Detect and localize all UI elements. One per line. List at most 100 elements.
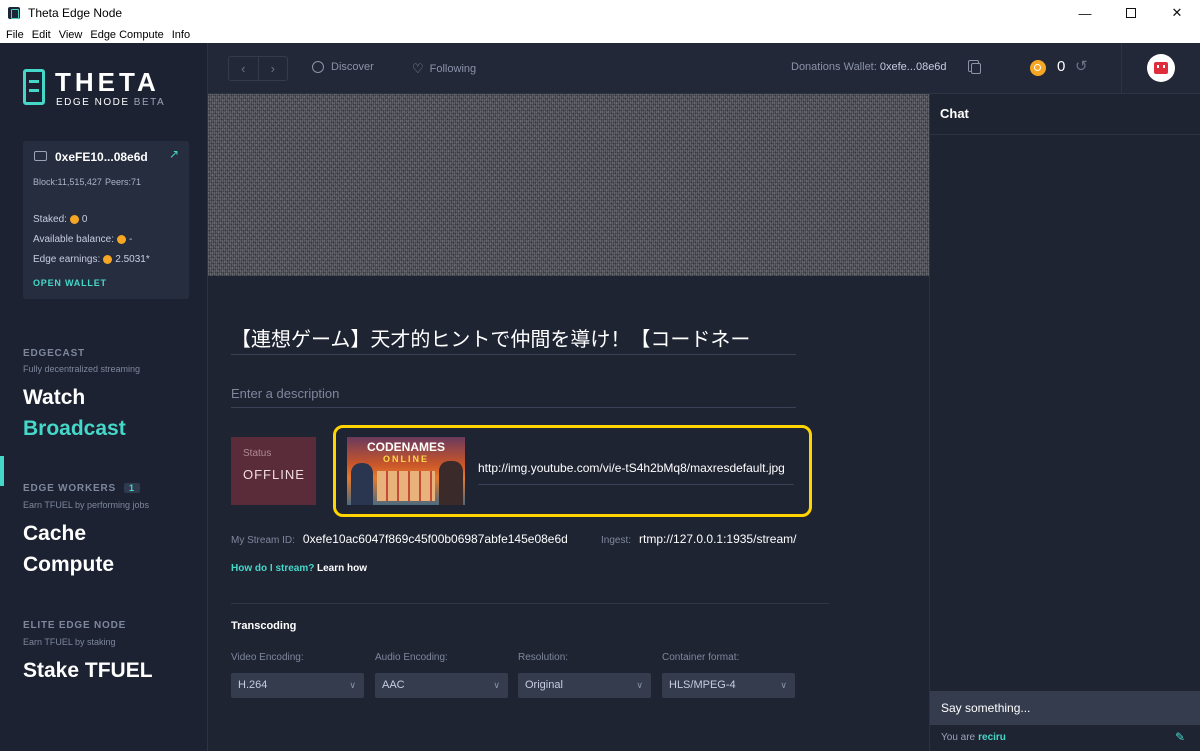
container-format-label: Container format: [662,652,740,663]
window-title: Theta Edge Node [28,6,123,20]
thumbnail-cards [377,471,435,501]
peer-count: Peers:71 [105,177,142,187]
chat-input[interactable]: Say something... [930,691,1200,725]
audio-encoding-value: AAC [382,679,405,691]
refresh-icon[interactable]: ↺ [1075,57,1088,75]
menu-edge-compute[interactable]: Edge Compute [90,29,163,41]
copy-icon[interactable] [968,60,981,74]
resolution-value: Original [525,679,563,691]
video-encoding-select[interactable]: H.264 ∨ [231,673,364,698]
discover-link[interactable]: Discover [312,61,374,73]
chevron-down-icon: ∨ [636,680,643,690]
chat-identity: You are reciru [941,732,1006,743]
app-icon [8,7,20,19]
thumbnail-subtitle: ONLINE [382,454,429,464]
nav-cache[interactable]: Cache [23,522,86,546]
avatar[interactable] [1147,54,1175,82]
top-bar: ‹ › Discover ♡ Following Donations Wallet… [208,43,1200,94]
theta-logo: THETA EDGE NODE BETA [23,67,165,113]
learn-how-link[interactable]: Learn how [317,563,367,574]
divider [1121,43,1122,94]
avatar-icon [1154,62,1168,74]
external-link-icon[interactable]: ↗ [169,147,179,161]
close-button[interactable]: ✕ [1154,0,1200,26]
status-badge: Status OFFLINE [231,437,316,505]
back-button[interactable]: ‹ [229,57,259,80]
video-encoding-label: Video Encoding: [231,652,304,663]
ingest-value: rtmp://127.0.0.1:1935/stream/ [639,532,797,546]
tfuel-balance: 0 [1057,58,1066,75]
audio-encoding-select[interactable]: AAC ∨ [375,673,508,698]
menu-edit[interactable]: Edit [32,29,51,41]
stream-id-value: 0xefe10ac6047f869c45f00b06987abfe145e08e… [302,532,568,546]
logo-subtitle: EDGE NODE BETA [56,97,165,108]
edit-name-icon[interactable]: ✎ [1175,730,1185,744]
video-preview [208,94,929,276]
stream-id: My Stream ID: 0xefe10ac6047f869c45f00b069… [231,532,568,546]
earnings-label: Edge earnings: [33,254,101,265]
edge-workers-subtitle: Earn TFUEL by performing jobs [23,500,150,510]
nav-compute[interactable]: Compute [23,553,114,577]
you-are-label: You are [941,732,976,743]
tfuel-coin-icon [103,255,113,264]
staked-value: 0 [81,214,88,225]
following-link[interactable]: ♡ Following [412,61,476,77]
active-nav-indicator [0,456,4,486]
minimize-button[interactable]: — [1062,0,1108,26]
status-value: OFFLINE [243,467,305,482]
window-titlebar: Theta Edge Node — ✕ [0,0,1200,26]
ingest-label: Ingest: [601,535,632,546]
compass-icon [312,61,324,73]
available-row: Available balance: - [33,234,132,245]
tfuel-coin-icon [69,215,79,224]
maximize-button[interactable] [1108,0,1154,26]
nav-broadcast[interactable]: Broadcast [23,417,126,441]
broadcast-panel: 【連想ゲーム】天才的ヒントで仲間を導け！【コードネー Enter a descr… [208,94,929,751]
available-value: - [129,234,133,245]
thumbnail-character-left [351,463,373,505]
chevron-down-icon: ∨ [493,680,500,690]
chat-title: Chat [930,94,1200,135]
forward-button[interactable]: › [259,57,288,80]
menu-bar: File Edit View Edge Compute Info [0,26,1200,43]
wallet-address: 0xeFE10...08e6d [55,150,148,164]
transcoding-heading: Transcoding [231,620,297,632]
history-nav: ‹ › [228,56,288,81]
open-wallet-link[interactable]: OPEN WALLET [33,278,107,288]
thumbnail-image[interactable]: CODENAMES ONLINE [347,437,465,505]
wallet-card: 0xeFE10...08e6d ↗ Block:11,515,427 Peers… [23,141,189,299]
menu-info[interactable]: Info [172,29,190,41]
wallet-icon [34,151,47,161]
logo-brand: THETA [55,67,160,97]
earnings-row: Edge earnings: 2.5031* [33,254,150,265]
description-input[interactable]: Enter a description [231,386,796,408]
staked-row: Staked: 0 [33,214,87,225]
earnings-value: 2.5031* [115,254,150,265]
status-label: Status [243,448,272,459]
resolution-label: Resolution: [518,652,569,663]
staked-label: Staked: [33,214,67,225]
chat-username: reciru [978,732,1006,743]
video-encoding-value: H.264 [238,679,268,691]
logo-subtitle-text: EDGE NODE [56,97,130,108]
tfuel-coin-icon [1030,60,1046,76]
chevron-down-icon: ∨ [349,680,356,690]
donations-address: 0xefe...08e6d [879,61,947,73]
chat-panel: Chat Say something... You are reciru ✎ [929,94,1200,751]
resolution-select[interactable]: Original ∨ [518,673,651,698]
nav-stake-tfuel[interactable]: Stake TFUEL [23,659,153,683]
thumbnail-url-input[interactable]: http://img.youtube.com/vi/e-tS4h2bMq8/ma… [478,461,794,485]
container-format-select[interactable]: HLS/MPEG-4 ∨ [662,673,795,698]
stream-title-input[interactable]: 【連想ゲーム】天才的ヒントで仲間を導け！【コードネー [231,323,796,355]
block-height: Block:11,515,427 [33,177,102,187]
donations-label: Donations Wallet: [791,61,877,73]
sidebar: THETA EDGE NODE BETA 0xeFE10...08e6d ↗ B… [0,43,208,751]
elite-edge-node-subtitle: Earn TFUEL by staking [23,637,116,647]
logo-beta: BETA [133,97,166,108]
menu-file[interactable]: File [6,29,24,41]
edge-workers-text: EDGE WORKERS [23,483,116,494]
nav-watch[interactable]: Watch [23,386,85,410]
menu-view[interactable]: View [59,29,83,41]
discover-label: Discover [331,61,374,73]
thumbnail-character-right [439,461,463,505]
